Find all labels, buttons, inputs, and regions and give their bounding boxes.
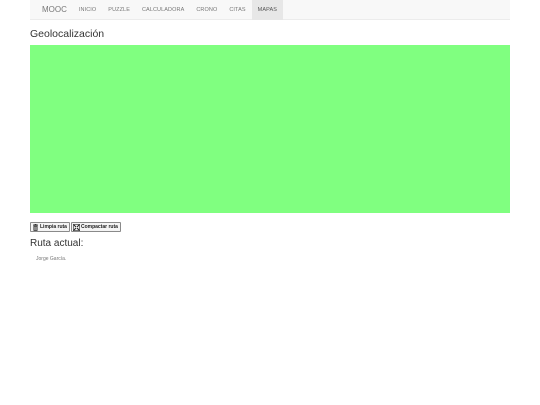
route-heading: Ruta actual: [30, 238, 84, 249]
map-canvas[interactable] [30, 45, 510, 213]
page-title: Geolocalización [30, 28, 105, 40]
clear-route-label: Limpia ruta [40, 224, 67, 230]
navbar: MOOC INICIO PUZZLE CALCULADORA CRONO CIT… [30, 0, 510, 20]
trash-icon [32, 223, 39, 231]
navbar-brand[interactable]: MOOC [30, 0, 73, 20]
compact-route-label: Compactar ruta [80, 224, 118, 230]
nav-item-crono[interactable]: CRONO [190, 0, 223, 20]
clear-route-button[interactable]: Limpia ruta [30, 222, 70, 232]
compress-icon [72, 223, 80, 231]
nav-item-puzzle[interactable]: PUZZLE [102, 0, 136, 20]
nav-item-mapas[interactable]: MAPAS [251, 0, 283, 20]
nav-item-inicio[interactable]: INICIO [73, 0, 102, 20]
nav-item-citas[interactable]: CITAS [223, 0, 251, 20]
route-actions: Limpia ruta Compactar ruta [30, 222, 121, 232]
nav-item-calculadora[interactable]: CALCULADORA [136, 0, 190, 20]
route-content: Jorge García. [36, 256, 67, 262]
compact-route-button[interactable]: Compactar ruta [70, 222, 121, 232]
